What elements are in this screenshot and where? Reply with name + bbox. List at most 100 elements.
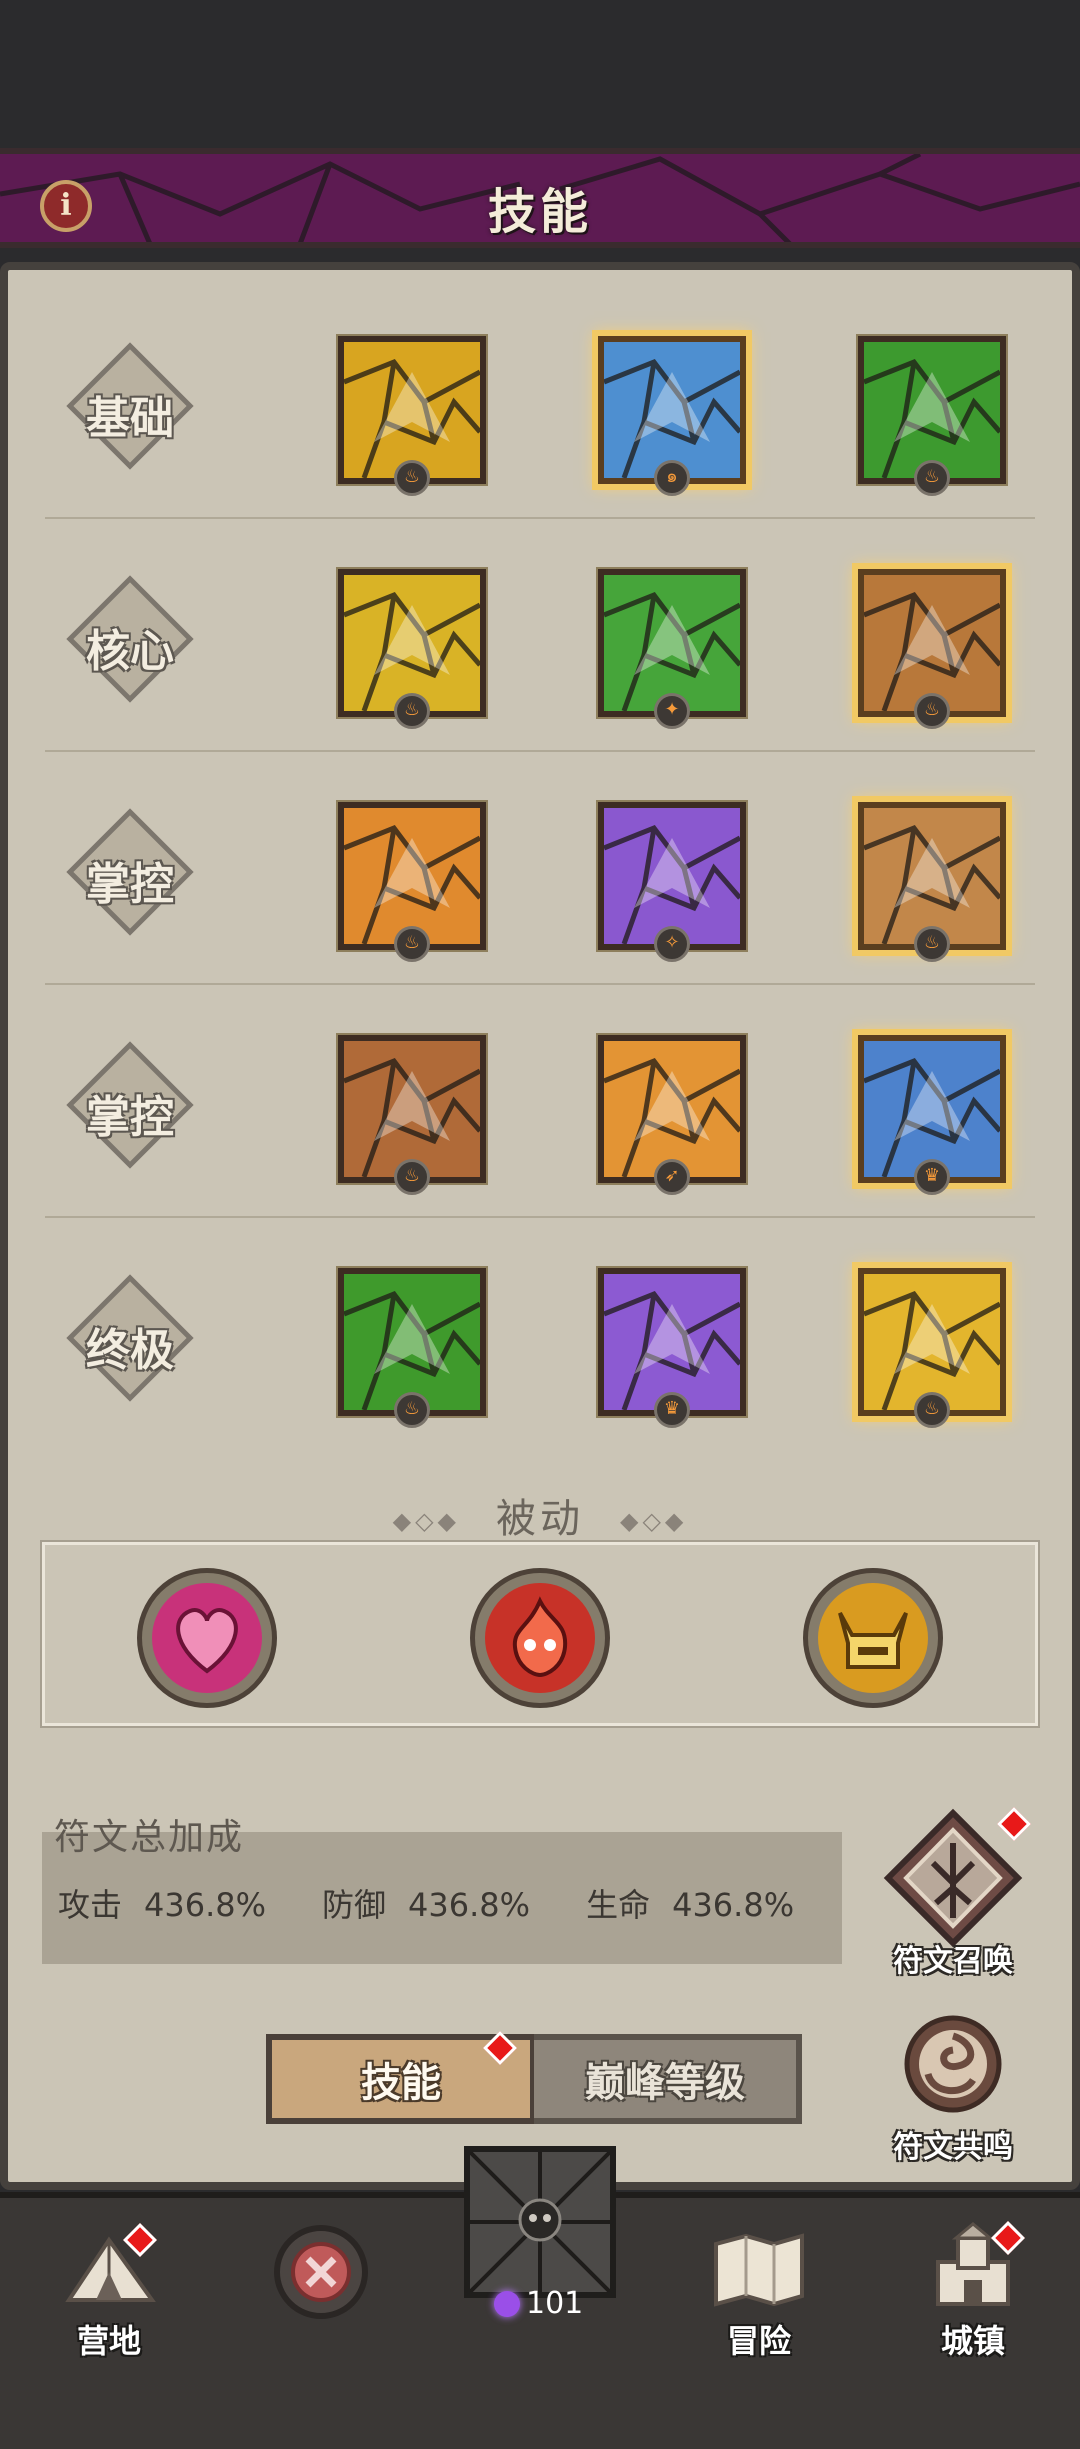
defense-value: 436.8% xyxy=(408,1886,531,1924)
life-value: 436.8% xyxy=(672,1886,795,1924)
life-label: 生命 xyxy=(586,1886,651,1924)
spider-skull-icon xyxy=(468,2150,612,2294)
fire-rune-icon: ♨ xyxy=(914,693,950,729)
attack-label: 攻击 xyxy=(58,1886,123,1924)
category-diamond: 掌控 xyxy=(66,1041,194,1169)
rune-resonance-label: 符文共鸣 xyxy=(893,2130,1013,2165)
category-diamond: 终极 xyxy=(66,1274,194,1402)
hammer-icon xyxy=(864,575,1000,711)
ornament-right-icon: ◆◇◆ xyxy=(620,1507,688,1535)
fire-spirit-icon xyxy=(485,1583,595,1693)
golden-titan-icon xyxy=(864,1274,1000,1410)
skill-slot[interactable]: ♨ xyxy=(336,567,488,729)
tornado-icon xyxy=(344,1274,480,1410)
passive-slot-heart[interactable] xyxy=(137,1568,277,1708)
green-slash-icon xyxy=(604,575,740,711)
skill-slot[interactable]: ✦ xyxy=(596,567,748,729)
ice-axe-icon xyxy=(604,342,740,478)
rune-bonus-stats: 攻击 436.8% 防御 436.8% 生命 436.8% xyxy=(58,1880,816,1926)
heart-icon xyxy=(152,1583,262,1693)
defense-label: 防御 xyxy=(322,1886,387,1924)
rune-resonance-icon xyxy=(904,2015,1002,2113)
skill-slot[interactable]: ✧ xyxy=(596,800,748,962)
page-title: 技能 xyxy=(487,184,592,240)
row-divider xyxy=(45,1216,1035,1218)
purple-burst-icon xyxy=(604,808,740,944)
castle-icon xyxy=(936,2222,1010,2306)
skill-slot[interactable]: ♨ xyxy=(852,1262,1012,1428)
nav-camp-label: 营地 xyxy=(76,2322,141,2360)
golden-axe-icon xyxy=(344,342,480,478)
fire-rune-icon: ♨ xyxy=(914,1392,950,1428)
spark-rune-icon: ✧ xyxy=(654,926,690,962)
locked-cross-icon xyxy=(274,2225,368,2319)
gem-count-value: 101 xyxy=(526,2286,584,2321)
title-bar: i 技能 xyxy=(0,148,1080,248)
nav-adventure[interactable]: 冒险 xyxy=(684,2222,834,2362)
fire-rune-icon: ♨ xyxy=(394,460,430,496)
rune-bonus-title: 符文总加成 xyxy=(54,1817,245,1858)
fire-rune-icon: ♨ xyxy=(394,926,430,962)
category-diamond: 核心 xyxy=(66,575,194,703)
earth-pillar-icon xyxy=(864,808,1000,944)
passive-section-title: ◆◇◆ 被动 ◆◇◆ xyxy=(0,1486,1080,1544)
skill-slot[interactable]: ➶ xyxy=(596,1033,748,1195)
rune-resonance-button[interactable]: 符文共鸣 xyxy=(878,2014,1028,2166)
wind-strike-icon xyxy=(864,342,1000,478)
skill-slot[interactable]: ♨ xyxy=(336,800,488,962)
nav-locked[interactable] xyxy=(246,2212,396,2336)
skill-slot[interactable]: ♨ xyxy=(336,334,488,496)
category-label: 掌控 xyxy=(86,1092,174,1143)
skill-slot[interactable]: ♨ xyxy=(852,796,1012,962)
fire-rune-icon: ♨ xyxy=(394,1159,430,1195)
fire-rune-icon: ♨ xyxy=(394,1392,430,1428)
frost-roar-icon xyxy=(864,1041,1000,1177)
nav-town-label: 城镇 xyxy=(940,2322,1005,2360)
purple-gem-icon xyxy=(494,2291,520,2317)
skill-slot[interactable]: ♨ xyxy=(856,334,1008,496)
demon-icon xyxy=(604,1274,740,1410)
skill-slot[interactable]: ♨ xyxy=(852,563,1012,729)
category-diamond: 掌控 xyxy=(66,808,194,936)
tab-peak-level[interactable]: 巅峰等级 xyxy=(534,2034,802,2124)
fire-rune-icon: ♨ xyxy=(394,693,430,729)
tent-icon xyxy=(65,2236,156,2302)
horned-helmet-icon xyxy=(818,1583,928,1693)
category-label: 终极 xyxy=(86,1325,174,1376)
row-divider xyxy=(45,517,1035,519)
map-icon xyxy=(714,2233,804,2307)
row-divider xyxy=(45,750,1035,752)
skill-slot[interactable]: ♛ xyxy=(852,1029,1012,1195)
passive-slot-helmet[interactable] xyxy=(803,1568,943,1708)
skill-slot[interactable]: ♨ xyxy=(336,1266,488,1428)
center-character-slot[interactable] xyxy=(464,2146,616,2298)
earth-totem-icon xyxy=(344,1041,480,1177)
gem-counter: 101 xyxy=(494,2286,583,2321)
skill-slot[interactable]: ♨ xyxy=(336,1033,488,1195)
skill-slot[interactable]: ๑ xyxy=(592,330,752,496)
nav-camp[interactable]: 营地 xyxy=(34,2222,184,2362)
roar-icon xyxy=(604,1041,740,1177)
status-bar xyxy=(0,0,1080,140)
category-label: 掌控 xyxy=(86,859,174,910)
earth-rune-icon: ✦ xyxy=(654,693,690,729)
row-divider xyxy=(45,983,1035,985)
rune-summon-label: 符文召唤 xyxy=(893,1944,1013,1979)
arrow-rune-icon: ➶ xyxy=(654,1159,690,1195)
rune-summon-button[interactable]: 符文召唤 xyxy=(878,1807,1031,1980)
nav-adventure-label: 冒险 xyxy=(726,2322,791,2360)
attack-value: 436.8% xyxy=(144,1886,267,1924)
nav-town[interactable]: 城镇 xyxy=(898,2221,1048,2362)
crown-rune-icon: ♛ xyxy=(914,1159,950,1195)
fire-rune-icon: ♨ xyxy=(914,926,950,962)
wind-rune-icon: ๑ xyxy=(654,460,690,496)
passive-slot-fire[interactable] xyxy=(470,1568,610,1708)
crown-rune-icon: ♛ xyxy=(654,1392,690,1428)
category-label: 基础 xyxy=(86,393,174,444)
comet-icon xyxy=(344,808,480,944)
skill-slot[interactable]: ♛ xyxy=(596,1266,748,1428)
ornament-left-icon: ◆◇◆ xyxy=(392,1507,460,1535)
category-label: 核心 xyxy=(86,626,174,677)
fire-rune-icon: ♨ xyxy=(914,460,950,496)
passive-title-text: 被动 xyxy=(496,1496,584,1542)
